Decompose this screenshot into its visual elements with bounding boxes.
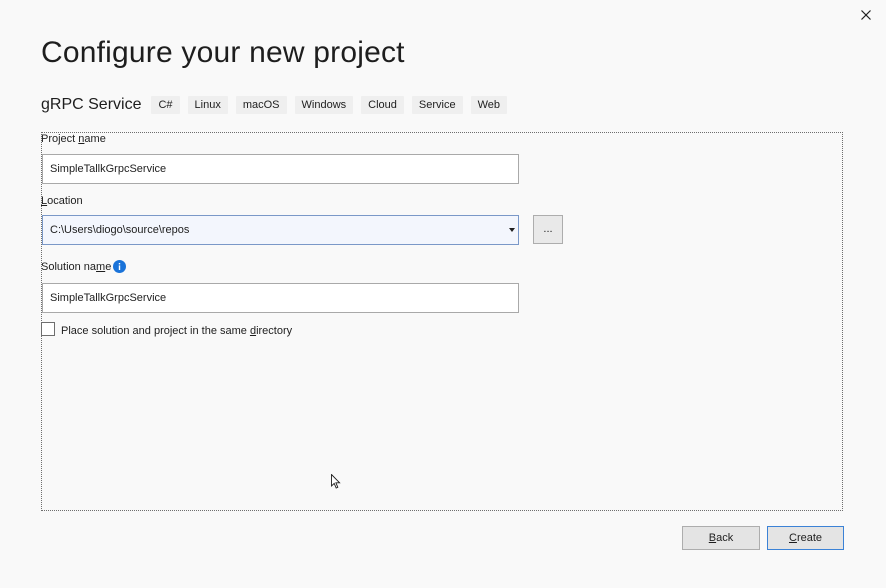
browse-button[interactable]: ... (533, 215, 563, 244)
same-directory-checkbox[interactable] (41, 322, 55, 336)
location-value: C:\Users\diogo\source\repos (50, 224, 190, 236)
location-label: Location (41, 195, 83, 207)
back-button[interactable]: Back (682, 526, 760, 550)
tag-linux: Linux (187, 96, 228, 114)
tag-cloud: Cloud (361, 96, 404, 114)
project-name-label: Project name (41, 133, 106, 145)
tag-service: Service (411, 96, 463, 114)
mouse-cursor-icon (331, 474, 341, 489)
solution-name-label: Solution name (41, 261, 112, 273)
form-focus-region (41, 132, 843, 511)
close-icon[interactable] (856, 5, 876, 25)
tag-windows: Windows (294, 96, 354, 114)
tag-macos: macOS (235, 96, 287, 114)
info-icon[interactable] (113, 260, 126, 273)
solution-name-input[interactable]: SimpleTallkGrpcService (42, 283, 519, 313)
template-name: gRPC Service (41, 96, 142, 113)
tag-web: Web (470, 96, 508, 114)
page-title: Configure your new project (41, 36, 405, 69)
template-info: gRPC Service C# Linux macOS Windows Clou… (41, 95, 515, 115)
same-directory-label[interactable]: Place solution and project in the same d… (61, 325, 292, 337)
tag-csharp: C# (151, 96, 180, 114)
location-combobox[interactable]: C:\Users\diogo\source\repos (42, 215, 519, 245)
project-name-input[interactable]: SimpleTallkGrpcService (42, 154, 519, 184)
chevron-down-icon[interactable] (509, 228, 515, 232)
create-button[interactable]: Create (767, 526, 844, 550)
